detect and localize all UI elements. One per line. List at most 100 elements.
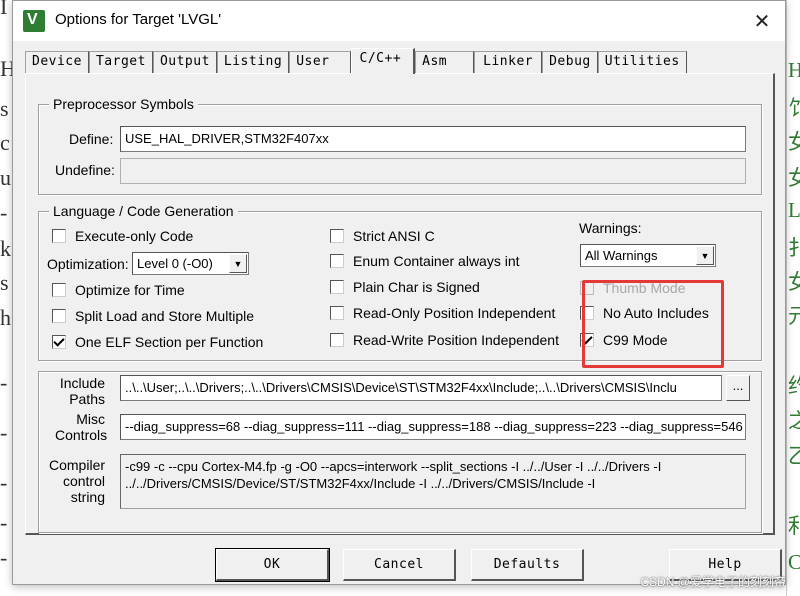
- plain-char-checkbox-row[interactable]: Plain Char is Signed: [330, 277, 480, 297]
- bg-glyph: -: [0, 545, 8, 570]
- warnings-select[interactable]: All Warnings ▼: [580, 244, 716, 267]
- optimization-label: Optimization:: [47, 256, 129, 272]
- ok-button[interactable]: OK: [215, 548, 330, 582]
- strict-ansi-checkbox-row[interactable]: Strict ANSI C: [330, 226, 435, 246]
- close-button[interactable]: ✕: [739, 1, 785, 41]
- title-bar[interactable]: V Options for Target 'LVGL' ✕: [13, 1, 785, 41]
- bg-glyph: C: [788, 550, 800, 574]
- misc-controls-label: Misc Controls: [55, 411, 108, 443]
- include-paths-input[interactable]: ..\..\User;..\..\Drivers;..\..\Drivers\C…: [120, 375, 722, 401]
- thumb-mode-label: Thumb Mode: [603, 280, 686, 296]
- ro-pi-checkbox-row[interactable]: Read-Only Position Independent: [330, 303, 555, 323]
- tab-target[interactable]: Target: [88, 51, 153, 74]
- bg-glyph: 饣: [788, 96, 800, 120]
- bg-glyph: u: [0, 165, 11, 190]
- undefine-input[interactable]: [120, 158, 746, 184]
- tab-debug[interactable]: Debug: [542, 51, 598, 74]
- thumb-mode-checkbox: [580, 281, 594, 295]
- bg-glyph: -: [0, 470, 8, 495]
- cancel-button[interactable]: Cancel: [343, 549, 456, 581]
- no-auto-includes-checkbox-row[interactable]: No Auto Includes: [580, 303, 709, 323]
- execute-only-checkbox[interactable]: [52, 229, 66, 243]
- optimize-time-checkbox-row[interactable]: Optimize for Time: [52, 280, 185, 300]
- csdn-watermark: CSDN @爱学电子的刻刻帝: [640, 575, 786, 589]
- bg-glyph: 之: [788, 409, 800, 433]
- bg-glyph: -: [0, 420, 8, 445]
- plain-char-label: Plain Char is Signed: [353, 279, 480, 295]
- language-legend: Language / Code Generation: [49, 203, 238, 219]
- bg-glyph: 女: [788, 166, 800, 190]
- tab-asm[interactable]: Asm: [415, 51, 475, 74]
- enum-container-checkbox[interactable]: [330, 254, 344, 268]
- bg-glyph: -: [0, 370, 8, 395]
- c99-mode-label: C99 Mode: [603, 332, 668, 348]
- bg-glyph: 女: [788, 130, 800, 154]
- optimization-select[interactable]: Level 0 (-O0) ▼: [132, 252, 249, 275]
- c99-mode-checkbox[interactable]: [580, 333, 594, 347]
- execute-only-checkbox-row[interactable]: Execute-only Code: [52, 226, 193, 246]
- chevron-down-icon[interactable]: ▼: [696, 246, 714, 265]
- warnings-value: All Warnings: [585, 248, 658, 263]
- defaults-button[interactable]: Defaults: [471, 549, 584, 581]
- c99-mode-checkbox-row[interactable]: C99 Mode: [580, 330, 668, 350]
- preprocessor-legend: Preprocessor Symbols: [49, 96, 198, 112]
- bg-glyph: L: [788, 198, 800, 222]
- plain-char-checkbox[interactable]: [330, 280, 344, 294]
- tab-output[interactable]: Output: [152, 51, 217, 74]
- optimize-time-label: Optimize for Time: [75, 282, 185, 298]
- compiler-control-string-label: Compiler control string: [49, 457, 106, 505]
- bg-glyph: 约: [788, 374, 800, 398]
- undefine-label: Undefine:: [55, 162, 115, 178]
- bg-glyph: 元: [788, 304, 800, 328]
- execute-only-label: Execute-only Code: [75, 228, 194, 244]
- ro-pi-checkbox[interactable]: [330, 306, 344, 320]
- bg-glyph: h: [0, 305, 11, 330]
- bg-glyph: -: [0, 510, 8, 535]
- define-label: Define:: [69, 131, 114, 147]
- misc-controls-input[interactable]: --diag_suppress=68 --diag_suppress=111 -…: [120, 414, 746, 440]
- options-dialog: V Options for Target 'LVGL' ✕ Device Tar…: [12, 0, 786, 585]
- bg-glyph: 女: [788, 270, 800, 294]
- compiler-control-string-textarea[interactable]: -c99 -c --cpu Cortex-M4.fp -g -O0 --apcs…: [120, 454, 746, 509]
- tab-linker[interactable]: Linker: [474, 51, 543, 74]
- bg-glyph: c: [0, 130, 10, 155]
- ro-pi-label: Read-Only Position Independent: [353, 305, 556, 321]
- window-title: Options for Target 'LVGL': [55, 11, 222, 28]
- tab-listing[interactable]: Listing: [216, 51, 290, 74]
- one-elf-checkbox[interactable]: [52, 335, 66, 349]
- tab-utilities[interactable]: Utilities: [597, 51, 687, 74]
- strict-ansi-label: Strict ANSI C: [353, 228, 435, 244]
- bg-glyph: -: [0, 200, 8, 225]
- bg-glyph: s: [0, 96, 9, 121]
- tab-device[interactable]: Device: [25, 51, 89, 74]
- tab-c-cpp[interactable]: C/C++: [350, 48, 416, 74]
- chevron-down-icon[interactable]: ▼: [229, 254, 247, 273]
- compiler-line-1: -c99 -c --cpu Cortex-M4.fp -g -O0 --apcs…: [125, 459, 662, 474]
- optimization-value: Level 0 (-O0): [137, 256, 213, 271]
- tab-user[interactable]: User: [289, 51, 351, 74]
- split-load-checkbox[interactable]: [52, 309, 66, 323]
- one-elf-label: One ELF Section per Function: [75, 334, 264, 350]
- rw-pi-checkbox-row[interactable]: Read-Write Position Independent: [330, 330, 559, 350]
- background-page-right: H 饣 女 女 L 扌 女 元 约 之 乙 利 C: [786, 0, 800, 596]
- enum-container-checkbox-row[interactable]: Enum Container always int: [330, 251, 520, 271]
- rw-pi-label: Read-Write Position Independent: [353, 332, 559, 348]
- no-auto-includes-checkbox[interactable]: [580, 306, 594, 320]
- bg-glyph: 利: [788, 514, 800, 538]
- rw-pi-checkbox[interactable]: [330, 333, 344, 347]
- enum-container-label: Enum Container always int: [353, 253, 520, 269]
- optimize-time-checkbox[interactable]: [52, 283, 66, 297]
- no-auto-includes-label: No Auto Includes: [603, 305, 709, 321]
- bg-glyph: 扌: [788, 236, 800, 260]
- tab-strip: Device Target Output Listing User C/C++ …: [25, 48, 687, 74]
- strict-ansi-checkbox[interactable]: [330, 229, 344, 243]
- split-load-label: Split Load and Store Multiple: [75, 308, 254, 324]
- include-paths-browse-button[interactable]: ...: [726, 375, 750, 401]
- define-input[interactable]: USE_HAL_DRIVER,STM32F407xx: [120, 126, 746, 152]
- bg-glyph: k: [0, 236, 11, 261]
- compiler-line-2: ../../Drivers/CMSIS/Device/ST/STM32F4xx/…: [125, 476, 596, 491]
- one-elf-checkbox-row[interactable]: One ELF Section per Function: [52, 332, 263, 352]
- bg-glyph: s: [0, 270, 9, 295]
- bg-glyph: 乙: [788, 444, 800, 468]
- split-load-checkbox-row[interactable]: Split Load and Store Multiple: [52, 306, 254, 326]
